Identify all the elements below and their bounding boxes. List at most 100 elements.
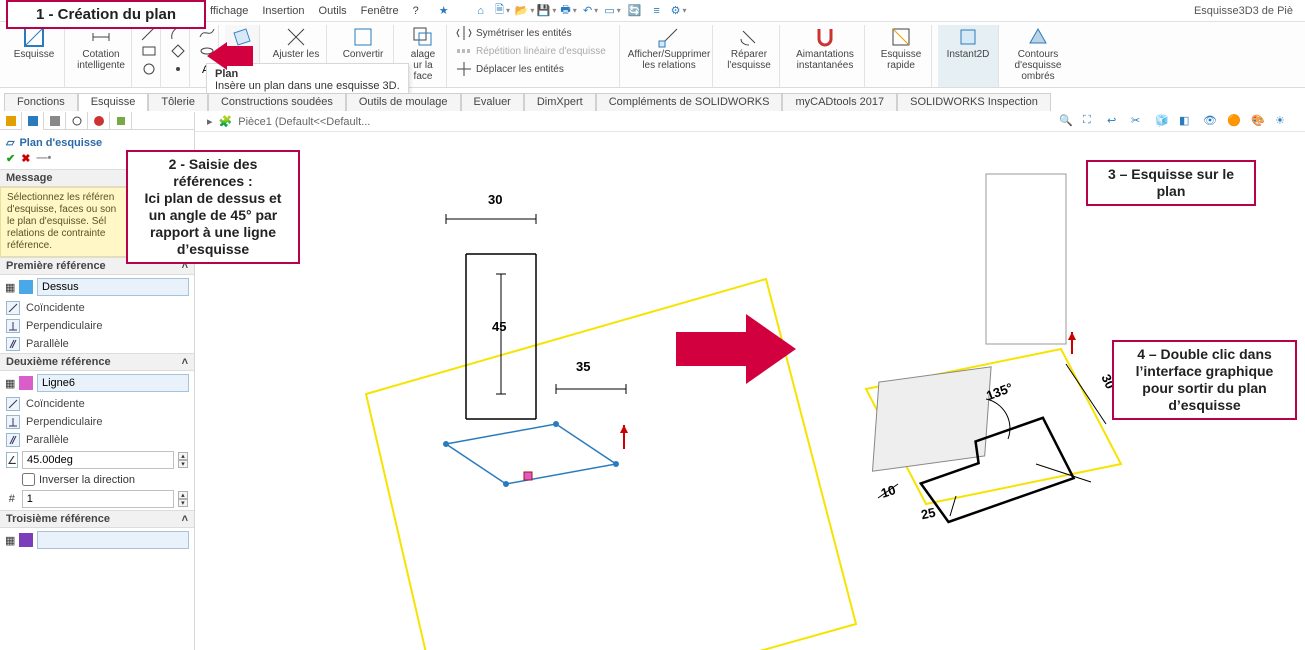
section-icon[interactable]: ✂ xyxy=(1131,114,1147,130)
home-icon[interactable]: ⌂ xyxy=(473,3,489,19)
shaded-icon xyxy=(1026,25,1050,49)
ref2-input[interactable] xyxy=(37,374,189,392)
pm-tab-dim[interactable] xyxy=(66,112,88,130)
tab-soudees[interactable]: Constructions soudées xyxy=(208,93,346,111)
left-sketch xyxy=(406,194,666,484)
prev-view-icon[interactable]: ↩ xyxy=(1107,114,1123,130)
ribbon-label: Aimantations instantanées xyxy=(796,49,854,71)
circle-icon[interactable] xyxy=(141,61,157,77)
tooltip-body: Insère un plan dans une esquisse 3D. xyxy=(215,80,400,92)
new-icon[interactable]: 🗎 xyxy=(495,3,511,19)
tab-mycad[interactable]: myCADtools 2017 xyxy=(782,93,897,111)
ok-button[interactable]: ✔ xyxy=(6,152,15,165)
spin-buttons[interactable]: ▴▾ xyxy=(178,491,188,507)
ribbon-cotation[interactable]: Cotation intelligente xyxy=(71,25,132,87)
invert-checkbox[interactable] xyxy=(22,473,35,486)
mirror-icon[interactable] xyxy=(456,25,472,41)
tab-dimxpert[interactable]: DimXpert xyxy=(524,93,596,111)
ribbon-aimants[interactable]: Aimantations instantanées xyxy=(786,25,865,87)
menu-item[interactable]: Fenêtre xyxy=(361,5,399,17)
select-icon[interactable]: ▭ xyxy=(605,3,621,19)
collapse-icon[interactable]: ˄ xyxy=(182,513,188,525)
ribbon-label: Répétition linéaire d'esquisse xyxy=(476,46,606,57)
appearance-icon[interactable]: 🟠 xyxy=(1227,114,1243,130)
count-input[interactable] xyxy=(22,490,174,508)
pm-tab-config[interactable] xyxy=(44,112,66,130)
collapse-icon[interactable]: ˄ xyxy=(182,356,188,368)
cancel-button[interactable]: ✖ xyxy=(21,152,30,165)
menu-item[interactable]: Insertion xyxy=(262,5,304,17)
tree-expand-icon[interactable]: ▸ xyxy=(207,115,213,128)
ribbon-line-tools[interactable] xyxy=(138,25,161,87)
callout-2: 2 - Saisie des références : Ici plan de … xyxy=(126,150,300,264)
document-name: Pièce1 (Default<<Default... xyxy=(238,116,370,128)
color-swatch xyxy=(19,376,33,390)
rect-icon[interactable] xyxy=(141,43,157,59)
menu-item[interactable]: ffichage xyxy=(210,5,248,17)
display-style-icon[interactable]: ◧ xyxy=(1179,114,1195,130)
ribbon-instant2d[interactable]: Instant2D xyxy=(938,25,999,87)
settings-icon[interactable]: ⚙ xyxy=(671,3,687,19)
ref1-input[interactable] xyxy=(37,278,189,296)
ribbon-contours[interactable]: Contours d'esquisse ombrés xyxy=(1005,25,1071,87)
zoom-area-icon[interactable]: ⛶ xyxy=(1083,114,1099,130)
menu-item[interactable]: Outils xyxy=(319,5,347,17)
ribbon-rapide[interactable]: Esquisse rapide xyxy=(871,25,932,87)
ribbon-arc-tools[interactable] xyxy=(167,25,190,87)
ribbon-label: Afficher/Supprimer les relations xyxy=(628,49,711,71)
coincident-icon xyxy=(6,301,20,315)
poly-icon[interactable] xyxy=(170,43,186,59)
tab-esquisse[interactable]: Esquisse xyxy=(78,93,149,111)
invert-check[interactable]: Inverser la direction xyxy=(0,471,194,488)
tab-tolerie[interactable]: Tôlerie xyxy=(148,93,208,111)
render-icon[interactable]: ☀ xyxy=(1275,114,1291,130)
angle-input[interactable] xyxy=(22,451,174,469)
menu-item[interactable]: ? xyxy=(413,5,419,17)
view-orient-icon[interactable]: 🧊 xyxy=(1155,114,1171,130)
pm-tab-display[interactable] xyxy=(88,112,110,130)
pin-button[interactable]: —• xyxy=(36,152,51,165)
rel-perpendicular[interactable]: Perpendiculaire xyxy=(0,317,194,335)
zoom-fit-icon[interactable]: 🔍 xyxy=(1059,114,1075,130)
undo-icon[interactable]: ↶ xyxy=(583,3,599,19)
rel-coincident-2[interactable]: Coïncidente xyxy=(0,395,194,413)
ribbon-label[interactable]: Déplacer les entités xyxy=(476,64,564,75)
ribbon-esquisse[interactable]: Esquisse xyxy=(4,25,65,87)
ribbon-label[interactable]: Symétriser les entités xyxy=(476,28,572,39)
tab-complements[interactable]: Compléments de SOLIDWORKS xyxy=(596,93,783,111)
ribbon-reparer[interactable]: Réparer l'esquisse xyxy=(719,25,780,87)
rel-coincident[interactable]: Coïncidente xyxy=(0,299,194,317)
spin-buttons[interactable]: ▴▾ xyxy=(178,452,188,468)
tab-fonctions[interactable]: Fonctions xyxy=(4,93,78,111)
rebuild-icon[interactable]: 🔄 xyxy=(627,3,643,19)
instant2d-icon xyxy=(956,25,980,49)
tab-moulage[interactable]: Outils de moulage xyxy=(346,93,461,111)
open-icon[interactable]: 📂 xyxy=(517,3,533,19)
hide-show-icon[interactable]: 👁 xyxy=(1203,114,1219,130)
pm-tab-feature[interactable] xyxy=(0,112,22,130)
parallel-icon xyxy=(6,337,20,351)
scene-icon[interactable]: 🎨 xyxy=(1251,114,1267,130)
save-icon[interactable]: 💾 xyxy=(539,3,555,19)
pm-tab-extra[interactable] xyxy=(110,112,132,130)
print-icon[interactable]: 🖶 xyxy=(561,3,577,19)
pm-ref2-heading[interactable]: Deuxième référence˄ xyxy=(0,353,194,371)
point-icon[interactable] xyxy=(170,61,186,77)
move-icon[interactable] xyxy=(456,61,472,77)
options-icon[interactable]: ≡ xyxy=(649,3,665,19)
tab-evaluer[interactable]: Evaluer xyxy=(461,93,524,111)
ribbon-relations[interactable]: Afficher/Supprimer les relations xyxy=(626,25,713,87)
ribbon-label: Cotation intelligente xyxy=(77,49,125,71)
pm-ref3-heading[interactable]: Troisième référence˄ xyxy=(0,510,194,528)
ref3-input[interactable] xyxy=(37,531,189,549)
rel-perpendicular-2[interactable]: Perpendiculaire xyxy=(0,413,194,431)
rel-parallel-2[interactable]: Parallèle xyxy=(0,431,194,449)
dim-25: 25 xyxy=(920,505,937,523)
rel-parallel[interactable]: Parallèle xyxy=(0,335,194,353)
tab-inspection[interactable]: SOLIDWORKS Inspection xyxy=(897,93,1051,111)
ribbon-label: Contours d'esquisse ombrés xyxy=(1015,49,1062,82)
face-icon: ▦ xyxy=(5,281,15,294)
ribbon-label: Réparer l'esquisse xyxy=(727,49,771,71)
pm-tab-property[interactable] xyxy=(22,112,44,130)
search-icon[interactable]: ★ xyxy=(439,4,449,17)
